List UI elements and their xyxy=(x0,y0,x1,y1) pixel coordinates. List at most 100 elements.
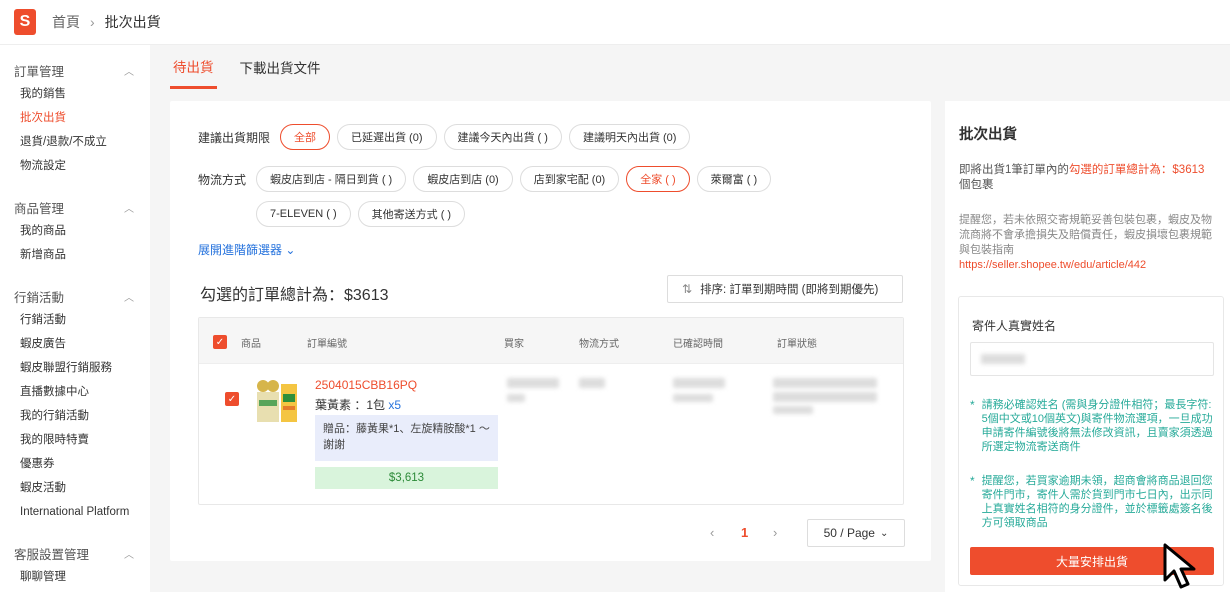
col-order-status: 訂單狀態 xyxy=(777,339,817,350)
sidebar-item-shopee-events[interactable]: 蝦皮活動 xyxy=(0,476,150,500)
sidebar-item-my-campaigns[interactable]: 我的行銷活動 xyxy=(0,404,150,428)
col-shipping: 物流方式 xyxy=(579,339,619,350)
order-price: $3,613 xyxy=(315,467,498,489)
sidebar-item-affiliate[interactable]: 蝦皮聯盟行銷服務 xyxy=(0,356,150,380)
order-id-link[interactable]: 2504015CBB16PQ xyxy=(315,378,417,392)
col-order-id: 訂單編號 xyxy=(307,339,347,350)
sidebar-section-header[interactable]: 行銷活動 ︿ xyxy=(0,287,150,305)
chevron-down-icon: ⌄ xyxy=(285,243,296,257)
col-product: 商品 xyxy=(241,339,261,350)
breadcrumb-current: 批次出貨 xyxy=(104,14,161,30)
tab-pending-shipment[interactable]: 待出貨 xyxy=(170,45,217,89)
product-quantity: x5 xyxy=(388,398,402,412)
page-size-select[interactable]: 50 / Page ⌄ xyxy=(807,519,905,547)
sort-label: 排序: 訂單到期時間 (即將到期優先) xyxy=(700,284,879,296)
sidebar-item-livestream[interactable]: 直播數據中心 xyxy=(0,380,150,404)
gift-note: 贈品：藤黃果*1、左旋精胺酸*1 ～謝謝 xyxy=(315,415,498,461)
panel-summary-post: 個包裹 xyxy=(959,179,994,191)
packaging-warning: 提醒您，若未依照交寄規範妥善包裝包裹，蝦皮及物流商將不會承擔損失及賠償責任，蝦皮… xyxy=(959,213,1221,273)
selected-total: 勾選的訂單總計為：$3613 xyxy=(200,287,389,304)
mouse-cursor-icon xyxy=(1163,543,1196,589)
sidebar-item-add-product[interactable]: 新增商品 xyxy=(0,243,150,267)
product-name-text: 葉黃素 ：1包 xyxy=(315,398,386,412)
pill-home-delivery[interactable]: 店到家宅配 (0) xyxy=(519,166,620,192)
pagination-page-1[interactable]: 1 xyxy=(741,525,748,540)
sidebar-item-my-products[interactable]: 我的商品 xyxy=(0,219,150,243)
sidebar-item-chat[interactable]: 聊聊管理 xyxy=(0,565,150,589)
filter-label-shipping: 物流方式 xyxy=(198,172,247,187)
chevron-down-icon: ⌄ xyxy=(879,527,889,539)
confirmed-time-redacted xyxy=(673,378,725,388)
page-size-label: 50 / Page xyxy=(823,526,875,540)
chevron-right-icon: › xyxy=(90,14,95,30)
pill-shopee-store-next-day[interactable]: 蝦皮店到店 - 隔日到貨 ( ) xyxy=(256,166,407,192)
pill-period-tomorrow[interactable]: 建議明天內出貨 (0) xyxy=(568,124,691,150)
buyer-redacted xyxy=(507,378,559,388)
sender-note-2: * 提醒您，若買家逾期未領，超商會將商品退回您寄件門市，寄件人需於貨到門市七日內… xyxy=(970,474,1220,530)
sidebar-item-returns[interactable]: 退貨/退款/不成立 xyxy=(0,130,150,154)
pill-seven-eleven[interactable]: 7-ELEVEN ( ) xyxy=(256,201,351,227)
sidebar-section-header[interactable]: 商品管理 ︿ xyxy=(0,198,150,216)
sidebar-item-ads[interactable]: 蝦皮廣告 xyxy=(0,332,150,356)
pill-period-all[interactable]: 全部 xyxy=(280,124,330,150)
main-panel: 建議出貨期限 全部 已延遲出貨 (0) 建議今天內出貨 ( ) 建議明天內出貨 … xyxy=(170,101,931,561)
row-checkbox[interactable]: ✓ xyxy=(225,392,239,406)
tab-download-documents[interactable]: 下載出貨文件 xyxy=(237,45,324,89)
sidebar-item-vouchers[interactable]: 優惠券 xyxy=(0,452,150,476)
buyer-redacted-2 xyxy=(507,394,525,402)
sidebar-item-batch-ship[interactable]: 批次出貨 xyxy=(0,106,150,130)
shopee-logo-icon[interactable]: S xyxy=(14,9,36,35)
sidebar-section-orders: 訂單管理 ︿ 我的銷售 批次出貨 退貨/退款/不成立 物流設定 xyxy=(0,61,150,178)
sidebar-section-header[interactable]: 客服設置管理 ︿ xyxy=(0,544,150,562)
expand-advanced-filter[interactable]: 展開進階篩選器 ⌄ xyxy=(198,241,295,258)
filter-row-period: 建議出貨期限 全部 已延遲出貨 (0) 建議今天內出貨 ( ) 建議明天內出貨 … xyxy=(198,124,697,150)
pill-period-today[interactable]: 建議今天內出貨 ( ) xyxy=(443,124,562,150)
pill-hilife[interactable]: 萊爾富 ( ) xyxy=(696,166,772,192)
sidebar-item-flash-sale[interactable]: 我的限時特賣 xyxy=(0,428,150,452)
pill-other-shipping[interactable]: 其他寄送方式 ( ) xyxy=(357,201,466,227)
sender-name-redacted xyxy=(981,354,1025,364)
table-header: ✓ 商品 訂單編號 買家 物流方式 已確認時間 訂單狀態 xyxy=(199,318,903,364)
tab-bar: 待出貨 下載出貨文件 xyxy=(170,45,344,89)
product-thumbnail xyxy=(253,378,301,426)
sort-icon: ⇅ xyxy=(682,282,693,296)
asterisk-icon: * xyxy=(970,474,975,488)
sidebar-item-marketing[interactable]: 行銷活動 xyxy=(0,308,150,332)
batch-ship-panel: 批次出貨 即將出貨1筆訂單內的勾選的訂單總計為：$3613 個包裹 提醒您，若未… xyxy=(945,101,1230,592)
sidebar: 訂單管理 ︿ 我的銷售 批次出貨 退貨/退款/不成立 物流設定 商品管理 ︿ 我… xyxy=(0,45,150,592)
sidebar-section-title: 客服設置管理 xyxy=(14,547,90,562)
col-confirmed-time: 已確認時間 xyxy=(673,339,723,350)
filter-row-shipping-2: 7-ELEVEN ( ) 其他寄送方式 ( ) xyxy=(256,201,472,227)
pill-period-delayed[interactable]: 已延遲出貨 (0) xyxy=(337,124,437,150)
sidebar-section-title: 商品管理 xyxy=(14,201,65,216)
expand-label: 展開進階篩選器 xyxy=(198,243,283,257)
packaging-guide-link[interactable]: https://seller.shopee.tw/edu/article/442 xyxy=(959,259,1146,271)
sidebar-item-my-sales[interactable]: 我的銷售 xyxy=(0,82,150,106)
breadcrumb-home[interactable]: 首頁 xyxy=(52,12,80,32)
sender-name-label: 寄件人真實姓名 xyxy=(972,319,1057,333)
pagination-next[interactable]: › xyxy=(773,525,777,540)
pagination-prev[interactable]: ‹ xyxy=(710,525,714,540)
filter-label-period: 建議出貨期限 xyxy=(198,130,271,145)
panel-summary: 即將出貨1筆訂單內的勾選的訂單總計為：$3613 個包裹 xyxy=(959,163,1219,193)
panel-summary-highlight: 勾選的訂單總計為：$3613 xyxy=(1068,164,1205,176)
select-all-checkbox[interactable]: ✓ xyxy=(213,335,227,349)
col-buyer: 買家 xyxy=(504,339,524,350)
orders-table: ✓ 商品 訂單編號 買家 物流方式 已確認時間 訂單狀態 ✓ 2504015CB… xyxy=(198,317,904,505)
product-name: 葉黃素 ：1包 x5 xyxy=(315,396,401,413)
sidebar-item-logistics-settings[interactable]: 物流設定 xyxy=(0,154,150,178)
shipping-redacted xyxy=(579,378,605,388)
filter-row-shipping: 物流方式 蝦皮店到店 - 隔日到貨 ( ) 蝦皮店到店 (0) 店到家宅配 (0… xyxy=(198,166,778,192)
panel-summary-pre: 即將出貨1筆訂單內的 xyxy=(959,164,1069,176)
sender-name-input[interactable] xyxy=(970,342,1214,376)
sidebar-section-header[interactable]: 訂單管理 ︿ xyxy=(0,61,150,79)
pill-shopee-store[interactable]: 蝦皮店到店 (0) xyxy=(413,166,513,192)
sort-button[interactable]: ⇅ 排序: 訂單到期時間 (即將到期優先) xyxy=(667,275,903,303)
panel-title: 批次出貨 xyxy=(959,127,1017,143)
sender-note-1: * 請務必確認姓名 (需與身分證件相符；最長字符: 5個中文或10個英文)與寄件… xyxy=(970,398,1220,454)
sidebar-item-international[interactable]: International Platform xyxy=(0,500,150,524)
sender-note-2-text: 提醒您，若買家逾期未領，超商會將商品退回您寄件門市，寄件人需於貨到門市七日內，出… xyxy=(981,475,1213,529)
status-redacted xyxy=(773,378,877,388)
pill-family-mart[interactable]: 全家 ( ) xyxy=(626,166,690,192)
sidebar-section-products: 商品管理 ︿ 我的商品 新增商品 xyxy=(0,198,150,267)
